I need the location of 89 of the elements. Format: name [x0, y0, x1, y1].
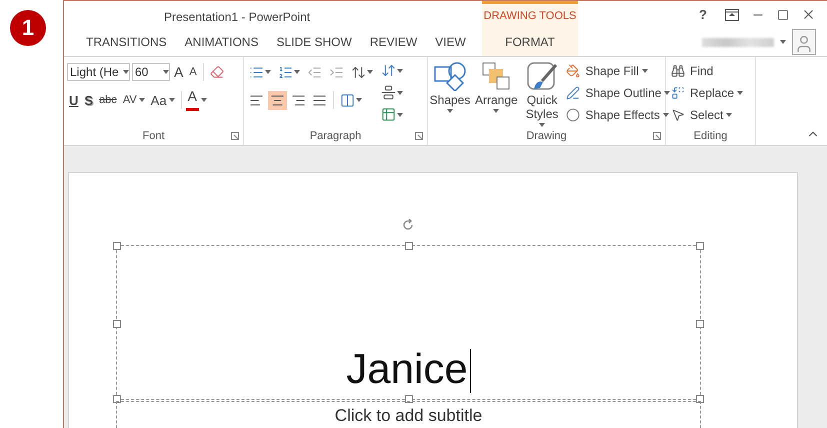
caret-icon — [493, 109, 500, 113]
align-text-button[interactable] — [379, 83, 405, 102]
slide-title[interactable]: Janice — [346, 345, 471, 399]
caret-icon — [664, 91, 670, 95]
caret-icon — [123, 70, 129, 74]
shape-effects-icon — [564, 106, 582, 124]
step-number-badge: 1 — [10, 10, 46, 46]
caret-icon — [397, 112, 403, 116]
font-color-button[interactable]: A — [186, 89, 199, 111]
caret-icon — [726, 113, 732, 117]
caret-icon — [447, 109, 453, 113]
caret-icon — [642, 69, 648, 73]
ribbon-large-button[interactable]: Shapes — [431, 61, 469, 127]
arrange-icon — [481, 61, 512, 91]
pen-icon — [564, 84, 582, 102]
sizing-handle[interactable] — [696, 395, 704, 403]
text-direction-icon — [381, 63, 396, 78]
ribbon-small-button[interactable]: Find — [669, 61, 744, 81]
subtitle-placeholder[interactable]: Click to add subtitle — [116, 401, 701, 428]
sizing-handle[interactable] — [696, 320, 704, 328]
rotate-handle-icon[interactable] — [402, 219, 414, 231]
caret-icon — [662, 113, 669, 117]
shadow-button[interactable]: S — [82, 90, 96, 110]
align-icon[interactable] — [268, 90, 287, 110]
ribbon-tab[interactable]: ANIMATIONS — [176, 28, 268, 56]
dialog-launcher-icon[interactable] — [653, 132, 661, 140]
caret-icon — [200, 98, 207, 102]
columns-icon — [340, 92, 355, 108]
dialog-launcher-icon[interactable] — [231, 132, 239, 140]
help-button[interactable]: ? — [693, 7, 713, 22]
caret-icon — [163, 70, 169, 74]
ribbon-small-button[interactable]: Select — [669, 105, 744, 125]
quick-styles-icon — [526, 61, 558, 91]
close-icon[interactable] — [801, 7, 816, 22]
sizing-handle[interactable] — [405, 242, 413, 250]
ribbon-small-button[interactable]: Shape Outline — [564, 83, 670, 103]
grid-icon — [381, 107, 396, 122]
bullets-icon — [249, 64, 264, 80]
font-name-field[interactable]: Light (He — [67, 63, 130, 81]
ribbon-tab[interactable]: TRANSITIONS — [64, 28, 176, 56]
paint-bucket-icon — [564, 62, 582, 80]
blurred-account-name — [702, 38, 774, 46]
shrink-font-button[interactable]: A — [187, 62, 199, 82]
caret-icon — [356, 98, 362, 102]
sizing-handle[interactable] — [113, 395, 121, 403]
change-case-button[interactable]: Aa — [148, 90, 177, 110]
dialog-launcher-icon[interactable] — [415, 132, 423, 140]
caret-icon — [737, 91, 744, 95]
ribbon-large-button[interactable]: Arrange — [473, 61, 520, 127]
sizing-handle[interactable] — [113, 320, 121, 328]
ribbon-small-button[interactable]: Shape Fill — [564, 61, 670, 81]
line-spacing-icon — [351, 64, 366, 80]
shapes-icon — [433, 61, 467, 91]
sizing-handle[interactable] — [113, 242, 121, 250]
grow-font-button[interactable]: A — [172, 62, 186, 82]
font-size-field[interactable]: 60 — [132, 63, 170, 81]
group-label: Font — [142, 130, 164, 142]
underline-button[interactable]: U — [67, 90, 80, 110]
caret-icon — [265, 70, 271, 74]
caret-icon — [397, 68, 403, 72]
sizing-handle[interactable] — [405, 395, 413, 403]
caret-icon — [367, 70, 373, 74]
caret-icon — [138, 98, 145, 102]
window-title: Presentation1 - PowerPoint — [163, 9, 312, 26]
ribbon-tab[interactable]: VIEW — [426, 28, 475, 56]
ribbon-large-button[interactable]: Quick Styles — [524, 61, 560, 127]
ribbon-display-icon[interactable] — [725, 8, 739, 20]
numbered-list-icon — [278, 64, 293, 80]
group-label: Paragraph — [310, 130, 362, 142]
ribbon-tab[interactable]: REVIEW — [360, 28, 426, 56]
group-label: Editing — [694, 130, 728, 142]
character-spacing-button[interactable]: AV — [120, 90, 147, 110]
ribbon-small-button[interactable]: Replace — [669, 83, 744, 103]
title-placeholder[interactable]: Janice — [116, 245, 701, 400]
caret-icon — [780, 40, 786, 44]
sizing-handle[interactable] — [696, 242, 704, 250]
context-group-label: DRAWING TOOLS — [484, 10, 576, 22]
caret-icon — [397, 90, 403, 94]
caret-icon — [539, 123, 546, 127]
group-label: Drawing — [526, 130, 567, 142]
align-text-icon — [381, 85, 396, 100]
strikethrough-button[interactable]: abc — [97, 90, 119, 110]
subtitle-placeholder-text: Click to add subtitle — [334, 405, 482, 427]
ribbon-tab[interactable]: SLIDE SHOW — [267, 28, 361, 56]
avatar-icon[interactable] — [792, 29, 816, 55]
ribbon-small-button[interactable]: Shape Effects — [564, 105, 670, 125]
caret-icon — [168, 98, 175, 102]
maximize-icon[interactable] — [777, 8, 789, 20]
caret-icon — [294, 70, 300, 74]
